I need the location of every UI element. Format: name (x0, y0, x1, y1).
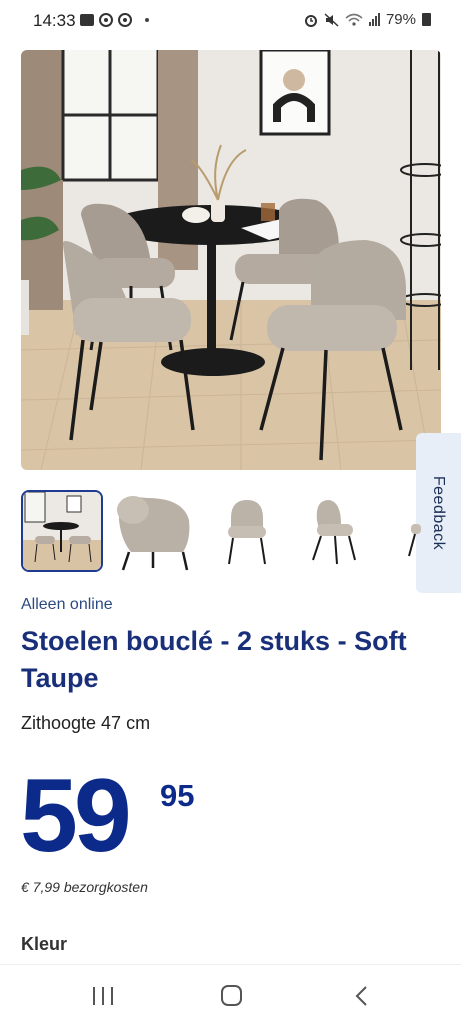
thumbnail-strip[interactable] (21, 490, 421, 572)
system-nav-bar (0, 964, 461, 1024)
thumbnail-chair-front-image (228, 500, 266, 565)
recents-button[interactable] (93, 987, 113, 1005)
status-time: 14:33 (33, 11, 76, 30)
thumbnail-scene-image (23, 492, 101, 570)
thumbnail-chair-partial-image (408, 524, 421, 557)
thumbnail-chair-side-image (312, 500, 356, 565)
thumbnail-chair-side[interactable] (311, 490, 361, 572)
status-icons-left (80, 13, 149, 27)
product-title: Stoelen bouclé - 2 stuks - Soft Taupe (21, 626, 407, 693)
pinterest-icon (99, 13, 113, 27)
thumbnail-chair-front[interactable] (223, 490, 273, 572)
online-only-tag: Alleen online (21, 596, 113, 613)
back-button[interactable] (354, 985, 368, 1007)
thumbnail-chair-back-image (117, 496, 190, 571)
status-bar: 14:33 79% (0, 0, 461, 42)
home-button[interactable] (221, 985, 242, 1006)
battery-icon (422, 13, 431, 26)
dining-room-photo (21, 50, 441, 470)
product-subtitle: Zithoogte 47 cm (21, 713, 151, 733)
feedback-button[interactable]: Feedback (416, 433, 461, 593)
battery-percent: 79% (385, 11, 416, 28)
thumbnail-scene[interactable] (21, 490, 103, 572)
product-main-image[interactable] (21, 50, 441, 470)
mute-icon (324, 12, 339, 27)
pinterest-icon (118, 13, 132, 27)
price-integer: 59 (20, 758, 132, 874)
shipping-cost: € 7,99 bezorgkosten (21, 879, 148, 895)
status-icons-right: 79% (304, 11, 431, 28)
gallery-icon (80, 14, 94, 26)
thumbnail-chair-partial[interactable] (403, 490, 421, 572)
wifi-icon (345, 13, 363, 26)
dot-icon (145, 18, 149, 22)
thumbnail-chair-back[interactable] (113, 490, 193, 572)
signal-icon (368, 13, 380, 26)
feedback-label: Feedback (430, 475, 448, 551)
color-section-label: Kleur (21, 934, 68, 954)
alarm-icon (304, 14, 317, 27)
price-decimals: 95 (160, 778, 195, 813)
